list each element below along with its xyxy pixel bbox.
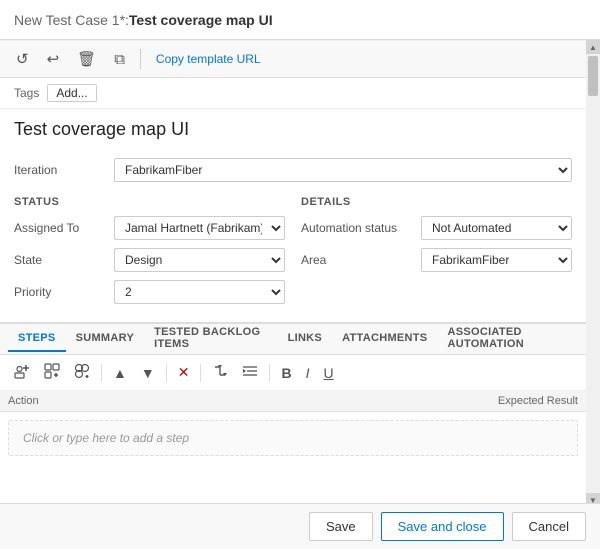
assigned-to-label: Assigned To [14, 221, 114, 235]
tags-label: Tags [14, 86, 39, 100]
title-main: Test coverage map UI [129, 12, 273, 28]
tab-links[interactable]: LINKS [278, 326, 333, 352]
main-content: ↺ ↩ 🗑 ⧉ Copy template URL Tags Add... Te… [0, 40, 586, 507]
scrollbar-track: ▲ ▼ [586, 40, 600, 507]
scrollbar-thumb[interactable] [588, 56, 598, 96]
status-column: STATUS Assigned To Jamal Hartnett (Fabri… [14, 196, 285, 312]
tags-row: Tags Add... [0, 78, 586, 109]
steps-toolbar-sep-3 [200, 364, 201, 382]
italic-button[interactable]: I [300, 361, 316, 385]
automation-status-select[interactable]: Not Automated [421, 216, 572, 240]
underline-button[interactable]: U [317, 361, 339, 385]
insert-button[interactable] [206, 359, 234, 386]
cancel-button[interactable]: Cancel [512, 512, 586, 541]
steps-toolbar-sep-2 [166, 364, 167, 382]
insert-shared-steps-button[interactable] [68, 359, 96, 386]
tab-steps[interactable]: STEPS [8, 326, 66, 352]
assigned-to-select[interactable]: Jamal Hartnett (Fabrikam) [114, 216, 285, 240]
iteration-select[interactable]: FabrikamFiber [114, 158, 572, 182]
area-label: Area [301, 253, 421, 267]
bottom-bar: Save Save and close Cancel [0, 503, 600, 549]
steps-placeholder[interactable]: Click or type here to add a step [8, 420, 578, 456]
title-prefix: New Test Case 1*: [14, 12, 129, 28]
assigned-to-value: Jamal Hartnett (Fabrikam) [114, 216, 285, 240]
toolbar: ↺ ↩ 🗑 ⧉ Copy template URL [0, 40, 586, 78]
priority-select[interactable]: 2 [114, 280, 285, 304]
save-and-close-button[interactable]: Save and close [381, 512, 504, 541]
iteration-row: Iteration FabrikamFiber [14, 158, 572, 182]
automation-status-value: Not Automated [421, 216, 572, 240]
area-value: FabrikamFiber [421, 248, 572, 272]
delete-step-button[interactable]: ✕ [172, 360, 196, 385]
details-column: DETAILS Automation status Not Automated … [301, 196, 572, 312]
tab-associated-automation[interactable]: ASSOCIATED AUTOMATION [437, 320, 578, 358]
copy-button[interactable]: ⧉ [108, 47, 131, 72]
state-row: State Design [14, 248, 285, 272]
undo-button[interactable]: ↺ [10, 46, 35, 72]
steps-toolbar-sep-1 [101, 364, 102, 382]
tab-summary[interactable]: SUMMARY [66, 326, 145, 352]
add-shared-step-button[interactable] [38, 359, 66, 386]
iteration-label: Iteration [14, 163, 114, 177]
work-item-title[interactable]: Test coverage map UI [14, 119, 572, 144]
steps-table-header: Action Expected Result [0, 391, 586, 412]
redo-button[interactable]: ↩ [41, 46, 66, 72]
steps-action-header: Action [8, 395, 418, 407]
delete-button[interactable]: 🗑 [71, 46, 102, 72]
tabs-bar: STEPS SUMMARY TESTED BACKLOG ITEMS LINKS… [0, 323, 586, 355]
steps-result-header: Expected Result [418, 395, 578, 407]
area-row: Area FabrikamFiber [301, 248, 572, 272]
save-button[interactable]: Save [309, 512, 373, 541]
priority-value: 2 [114, 280, 285, 304]
tab-attachments[interactable]: ATTACHMENTS [332, 326, 437, 352]
indent-button[interactable] [236, 359, 264, 386]
tags-add-button[interactable]: Add... [47, 84, 96, 102]
add-step-button[interactable] [8, 359, 36, 386]
details-header: DETAILS [301, 196, 572, 208]
toolbar-separator [140, 49, 141, 69]
automation-status-row: Automation status Not Automated [301, 216, 572, 240]
title-bar: New Test Case 1*: Test coverage map UI [0, 0, 600, 40]
state-label: State [14, 253, 114, 267]
move-down-button[interactable]: ▼ [135, 361, 161, 385]
priority-row: Priority 2 [14, 280, 285, 304]
state-select[interactable]: Design [114, 248, 285, 272]
steps-section: STEPS SUMMARY TESTED BACKLOG ITEMS LINKS… [0, 322, 586, 456]
move-up-button[interactable]: ▲ [107, 361, 133, 385]
assigned-to-row: Assigned To Jamal Hartnett (Fabrikam) [14, 216, 285, 240]
tab-tested-backlog[interactable]: TESTED BACKLOG ITEMS [144, 320, 277, 358]
steps-toolbar: ▲ ▼ ✕ [0, 355, 586, 391]
bold-button[interactable]: B [275, 361, 297, 385]
steps-toolbar-sep-4 [269, 364, 270, 382]
copy-template-url-button[interactable]: Copy template URL [150, 49, 267, 69]
scrollbar-up-arrow[interactable]: ▲ [586, 40, 600, 54]
state-value: Design [114, 248, 285, 272]
area-select[interactable]: FabrikamFiber [421, 248, 572, 272]
two-col-section: STATUS Assigned To Jamal Hartnett (Fabri… [14, 196, 572, 312]
priority-label: Priority [14, 285, 114, 299]
status-header: STATUS [14, 196, 285, 208]
automation-status-label: Automation status [301, 221, 421, 235]
